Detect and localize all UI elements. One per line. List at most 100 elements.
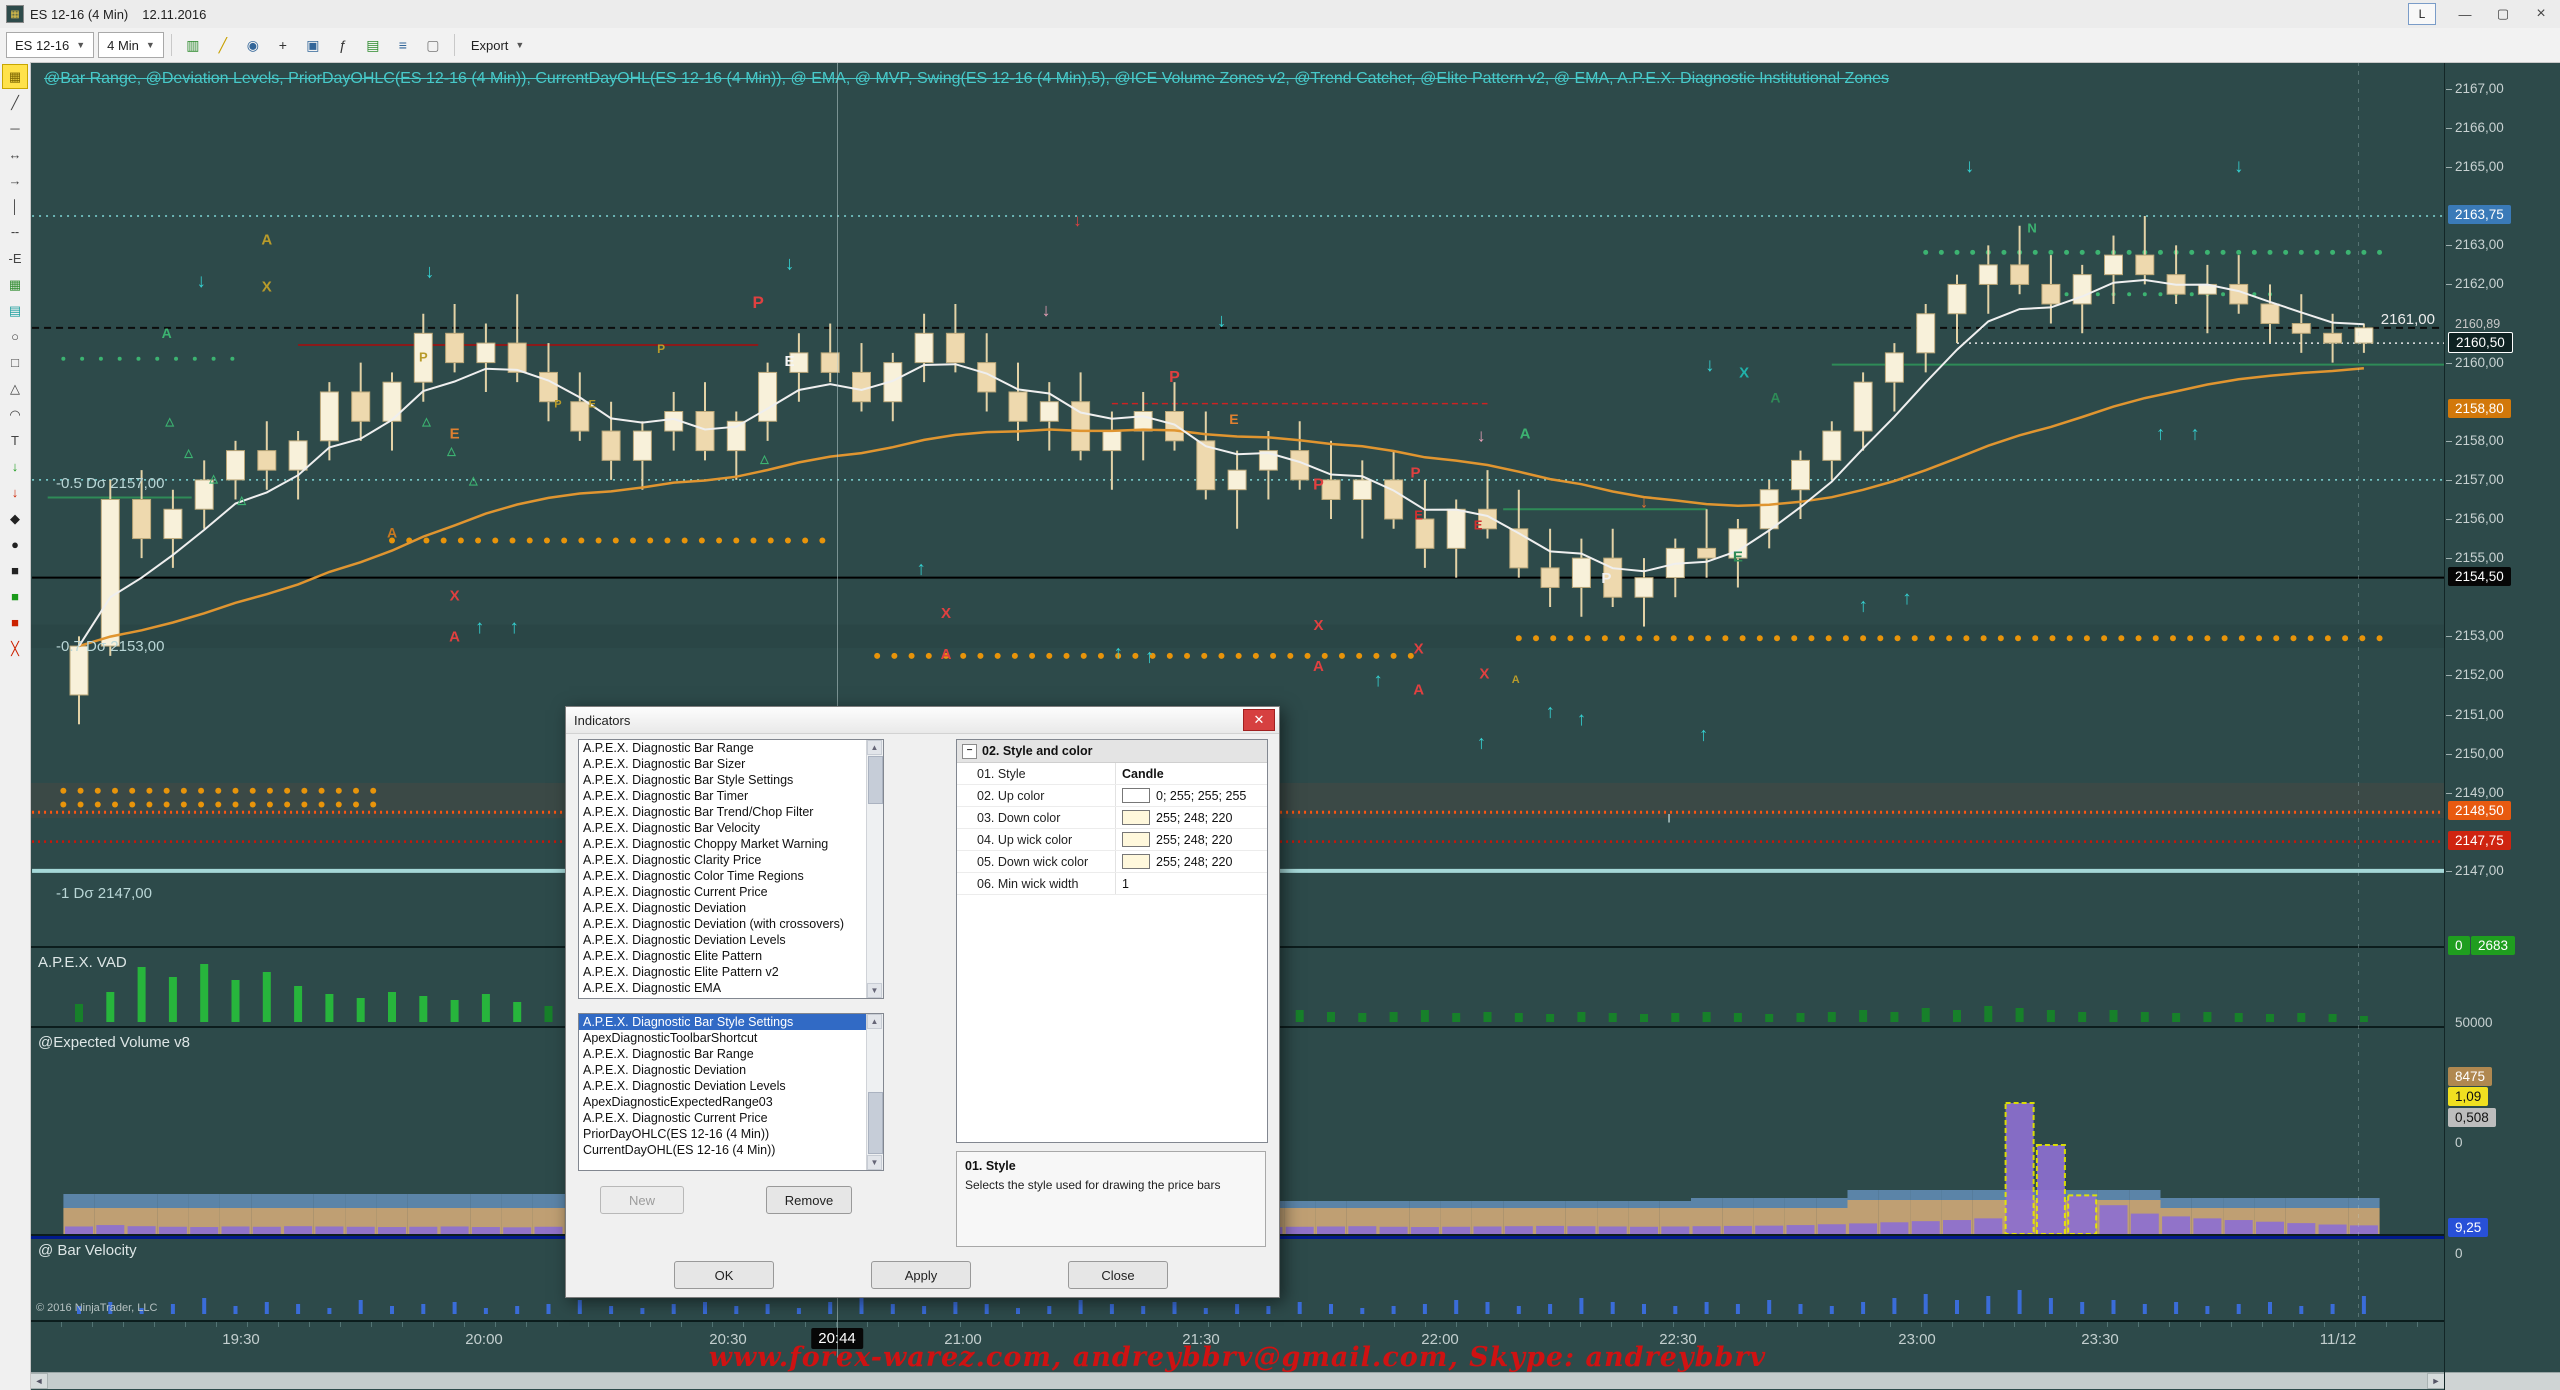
configured-indicator-item[interactable]: A.P.E.X. Diagnostic Current Price — [579, 1110, 883, 1126]
configured-indicator-item[interactable]: A.P.E.X. Diagnostic Bar Style Settings — [579, 1014, 883, 1030]
export-menu[interactable]: Export ▼ — [462, 32, 534, 58]
window-button[interactable]: ▢ — [419, 32, 447, 58]
available-list-scrollbar[interactable]: ▲ ▼ — [866, 740, 883, 998]
arrow-line-tool-icon[interactable]: → — [2, 168, 28, 193]
configured-indicator-item[interactable]: A.P.E.X. Diagnostic Bar Range — [579, 1046, 883, 1062]
dialog-close-icon[interactable]: ✕ — [1243, 709, 1275, 731]
ok-button[interactable]: OK — [674, 1261, 774, 1289]
configured-indicator-item[interactable]: CurrentDayOHL(ES 12-16 (4 Min)) — [579, 1142, 883, 1158]
new-button[interactable]: New — [600, 1186, 684, 1214]
horizontal-line-tool-icon[interactable]: ─ — [2, 116, 28, 141]
indicators-button[interactable]: ƒ — [329, 32, 357, 58]
scroll-down-icon[interactable]: ▼ — [867, 1155, 882, 1170]
apply-button[interactable]: Apply — [871, 1261, 971, 1289]
text-tool-icon[interactable]: T — [2, 428, 28, 453]
close-button[interactable]: × — [2522, 1, 2560, 28]
interval-selector[interactable]: 4 Min ▼ — [98, 32, 164, 58]
maximize-button[interactable]: ▢ — [2484, 1, 2522, 28]
scroll-thumb[interactable] — [868, 1092, 883, 1154]
property-row[interactable]: 05. Down wick color255; 248; 220 — [957, 851, 1267, 873]
available-indicator-item[interactable]: A.P.E.X. Diagnostic Color Time Regions — [579, 868, 883, 884]
scroll-up-icon[interactable]: ▲ — [867, 740, 882, 755]
property-grid[interactable]: − 02. Style and color 01. StyleCandle02.… — [956, 739, 1268, 1143]
indicators-dialog[interactable]: Indicators ✕ A.P.E.X. Diagnostic Bar Ran… — [565, 706, 1280, 1298]
close-dialog-button[interactable]: Close — [1068, 1261, 1168, 1289]
diamond-tool-icon[interactable]: ◆ — [2, 506, 28, 531]
property-row[interactable]: 06. Min wick width1 — [957, 873, 1267, 895]
available-indicator-item[interactable]: A.P.E.X. Diagnostic Deviation Levels — [579, 932, 883, 948]
chart-list-button[interactable]: ≡ — [389, 32, 417, 58]
property-value[interactable]: 255; 248; 220 — [1116, 832, 1267, 847]
minimize-button[interactable]: — — [2446, 1, 2484, 28]
square-green-tool-icon[interactable]: ■ — [2, 584, 28, 609]
configured-list-scrollbar[interactable]: ▲ ▼ — [866, 1014, 883, 1170]
scroll-up-icon[interactable]: ▲ — [867, 1014, 882, 1029]
rectangle-tool-icon[interactable]: □ — [2, 350, 28, 375]
available-indicator-item[interactable]: A.P.E.X. Diagnostic Bar Style Settings — [579, 772, 883, 788]
horizontal-scrollbar[interactable]: ◄ ► — [30, 1372, 2445, 1389]
scroll-left-icon[interactable]: ◄ — [30, 1373, 48, 1389]
property-value[interactable]: 255; 248; 220 — [1116, 810, 1267, 825]
available-indicator-item[interactable]: A.P.E.X. Diagnostic Bar Timer — [579, 788, 883, 804]
grid-tool-icon[interactable]: ▦ — [2, 272, 28, 297]
brush-tool-icon[interactable]: ╳ — [2, 636, 28, 661]
extended-line-tool-icon[interactable]: ↔ — [2, 142, 28, 167]
available-indicator-item[interactable]: A.P.E.X. Diagnostic Bar Sizer — [579, 756, 883, 772]
channel-tool-icon[interactable]: ▤ — [2, 298, 28, 323]
dialog-title-bar[interactable]: Indicators ✕ — [566, 707, 1279, 734]
available-indicator-item[interactable]: A.P.E.X. Diagnostic Deviation — [579, 900, 883, 916]
region-tool-icon[interactable]: ▦ — [2, 64, 28, 89]
available-indicator-item[interactable]: A.P.E.X. Diagnostic EMA — [579, 980, 883, 996]
property-row[interactable]: 03. Down color255; 248; 220 — [957, 807, 1267, 829]
property-value[interactable]: 0; 255; 255; 255 — [1116, 788, 1267, 803]
available-indicators-list[interactable]: A.P.E.X. Diagnostic Bar RangeA.P.E.X. Di… — [578, 739, 884, 999]
arc-tool-icon[interactable]: ◠ — [2, 402, 28, 427]
available-indicator-item[interactable]: A.P.E.X. Diagnostic Bar Range — [579, 740, 883, 756]
scroll-right-icon[interactable]: ► — [2427, 1373, 2445, 1389]
pencil-tool-icon[interactable]: ╱ — [2, 90, 28, 115]
dot-tool-icon[interactable]: ● — [2, 532, 28, 557]
available-indicator-item[interactable]: A.P.E.X. Diagnostic Bar Velocity — [579, 820, 883, 836]
link-button[interactable]: L — [2408, 3, 2436, 25]
available-indicator-item[interactable]: A.P.E.X. Diagnostic Elite Pattern v2 — [579, 964, 883, 980]
scroll-down-icon[interactable]: ▼ — [867, 983, 882, 998]
snapshot-button[interactable]: ▣ — [299, 32, 327, 58]
segment-tool-icon[interactable]: ╌ — [2, 220, 28, 245]
data-grid-button[interactable]: ▤ — [359, 32, 387, 58]
square-tool-icon[interactable]: ■ — [2, 558, 28, 583]
available-indicator-item[interactable]: A.P.E.X. Diagnostic Choppy Market Warnin… — [579, 836, 883, 852]
property-row[interactable]: 01. StyleCandle — [957, 763, 1267, 785]
marker-button[interactable]: ◉ — [239, 32, 267, 58]
configured-indicator-item[interactable]: PriorDayOHLC(ES 12-16 (4 Min)) — [579, 1126, 883, 1142]
fib-tool-icon[interactable]: -E — [2, 246, 28, 271]
chart-style-button[interactable]: ▥ — [179, 32, 207, 58]
configured-indicator-item[interactable]: ApexDiagnosticExpectedRange03 — [579, 1094, 883, 1110]
configured-indicator-item[interactable]: A.P.E.X. Diagnostic Deviation — [579, 1062, 883, 1078]
configured-indicator-item[interactable]: ApexDiagnosticToolbarShortcut — [579, 1030, 883, 1046]
vertical-line-tool-icon[interactable]: │ — [2, 194, 28, 219]
remove-button[interactable]: Remove — [766, 1186, 852, 1214]
scroll-thumb[interactable] — [868, 756, 883, 804]
available-indicator-item[interactable]: A.P.E.X. Diagnostic Elite Pattern — [579, 948, 883, 964]
property-value[interactable]: 1 — [1116, 877, 1267, 891]
property-row[interactable]: 04. Up wick color255; 248; 220 — [957, 829, 1267, 851]
ellipse-tool-icon[interactable]: ○ — [2, 324, 28, 349]
property-value[interactable]: 255; 248; 220 — [1116, 854, 1267, 869]
available-indicator-item[interactable]: A.P.E.X. Diagnostic Clarity Price — [579, 852, 883, 868]
triangle-tool-icon[interactable]: △ — [2, 376, 28, 401]
available-indicator-item[interactable]: A.P.E.X. Diagnostic Deviation (with cros… — [579, 916, 883, 932]
property-row[interactable]: 02. Up color0; 255; 255; 255 — [957, 785, 1267, 807]
instrument-selector[interactable]: ES 12-16 ▼ — [6, 32, 94, 58]
arrow-down-red-tool-icon[interactable]: ↓ — [2, 480, 28, 505]
configured-indicator-item[interactable]: A.P.E.X. Diagnostic Deviation Levels — [579, 1078, 883, 1094]
arrow-down-green-tool-icon[interactable]: ↓ — [2, 454, 28, 479]
configured-indicators-list[interactable]: A.P.E.X. Diagnostic Bar Style SettingsAp… — [578, 1013, 884, 1171]
property-category-row[interactable]: − 02. Style and color — [957, 740, 1267, 763]
available-indicator-item[interactable]: A.P.E.X. Diagnostic Current Price — [579, 884, 883, 900]
drawing-pencil-button[interactable]: ╱ — [209, 32, 237, 58]
price-axis[interactable]: 2167,002166,002165,002163,002162,002160,… — [2444, 62, 2560, 1390]
available-indicator-item[interactable]: A.P.E.X. Diagnostic Bar Trend/Chop Filte… — [579, 804, 883, 820]
collapse-icon[interactable]: − — [962, 744, 977, 759]
property-value[interactable]: Candle — [1116, 767, 1267, 781]
square-red-tool-icon[interactable]: ■ — [2, 610, 28, 635]
